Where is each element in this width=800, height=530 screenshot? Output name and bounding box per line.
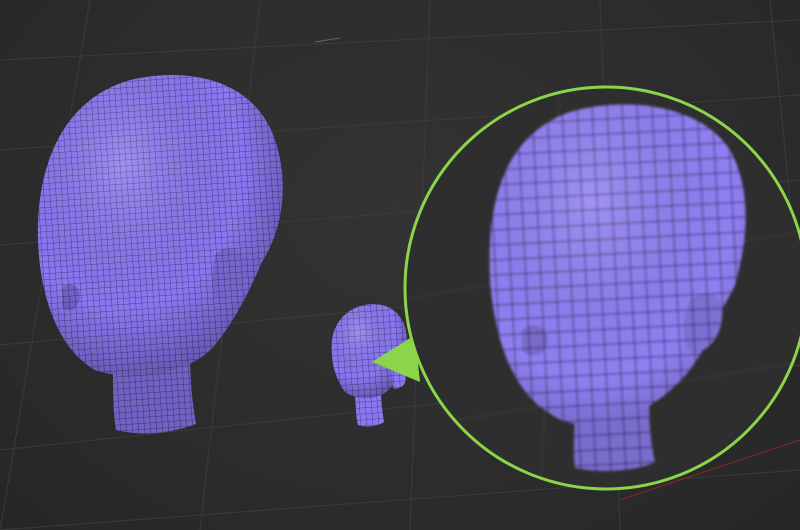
viewport-canvas: [0, 0, 800, 530]
large-head-mesh[interactable]: [37, 75, 283, 434]
z-axis-line: [314, 37, 341, 43]
3d-viewport[interactable]: [0, 0, 800, 530]
magnified-view: [403, 85, 800, 491]
